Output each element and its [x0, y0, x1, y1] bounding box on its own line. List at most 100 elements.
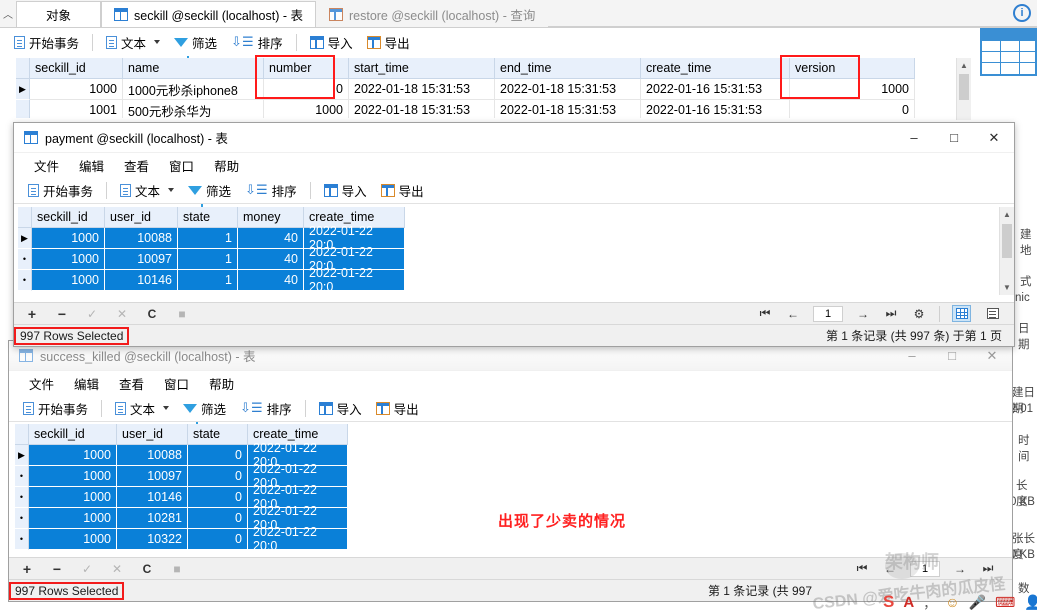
export-button[interactable]: 导出 [361, 31, 416, 54]
cell[interactable]: 10097 [117, 466, 188, 487]
seckill-grid[interactable]: seckill_id name number start_time end_ti… [16, 58, 956, 118]
menu-file[interactable]: 文件 [19, 374, 64, 393]
table-row[interactable]: • 1000 10097 1 40 2022-01-22 20:0 [18, 245, 998, 273]
grid-view-button[interactable] [952, 305, 971, 322]
cell[interactable]: 1000 [29, 466, 117, 487]
ime-language-icon[interactable]: A [903, 594, 914, 610]
begin-transaction-button[interactable]: 开始事务 [22, 179, 99, 202]
last-record-button[interactable]: ⏭ [980, 561, 996, 576]
cell[interactable]: 1000 [790, 79, 915, 100]
import-button[interactable]: 导入 [318, 179, 373, 202]
tab-objects[interactable]: 对象 [16, 1, 101, 27]
refresh-button[interactable]: C [139, 562, 155, 576]
cancel-button[interactable]: ✕ [109, 562, 125, 576]
add-row-button[interactable]: + [24, 306, 40, 322]
cell[interactable]: 1000 [32, 228, 105, 249]
menu-view[interactable]: 查看 [109, 374, 154, 393]
payment-titlebar[interactable]: payment @seckill (localhost) - 表 – □ ✕ [14, 123, 1014, 153]
cell[interactable]: 10088 [117, 445, 188, 466]
stop-button[interactable]: ■ [174, 307, 190, 321]
next-record-button[interactable]: → [855, 307, 871, 321]
cell[interactable]: 1 [178, 270, 238, 291]
cell[interactable]: 1 [178, 249, 238, 270]
cell[interactable]: 1000元秒杀iphone8 [123, 79, 264, 100]
scroll-down-icon[interactable]: ▼ [1000, 280, 1014, 295]
column-header[interactable]: number [264, 58, 349, 79]
info-icon[interactable]: i [1013, 4, 1031, 22]
filter-button[interactable]: 筛选 [177, 397, 232, 426]
cell[interactable]: 2022-01-22 20:0 [248, 525, 348, 553]
cell[interactable]: 0 [188, 487, 248, 508]
payment-window[interactable]: payment @seckill (localhost) - 表 – □ ✕ 文… [13, 122, 1015, 347]
prev-record-button[interactable]: ← [785, 307, 801, 321]
cell[interactable]: 0 [188, 466, 248, 487]
menu-help[interactable]: 帮助 [199, 374, 244, 393]
sort-button[interactable]: ⇩☰ 排序 [225, 31, 289, 54]
text-button[interactable]: 文本 [109, 397, 175, 420]
cell[interactable]: 1000 [29, 508, 117, 529]
chevron-down-icon[interactable] [163, 406, 170, 410]
menu-window[interactable]: 窗口 [154, 374, 199, 393]
table-row[interactable]: • 1000 10146 0 2022-01-22 20:0 [15, 483, 995, 511]
maximize-button[interactable]: □ [934, 123, 974, 153]
cell[interactable]: 1000 [29, 529, 117, 550]
cell[interactable]: 2022-01-18 15:31:53 [495, 79, 641, 100]
cell[interactable]: 500元秒杀华为 [123, 100, 264, 118]
sort-button[interactable]: ⇩☰ 排序 [239, 179, 303, 202]
begin-transaction-button[interactable]: 开始事务 [8, 31, 85, 54]
cell[interactable]: 2022-01-18 15:31:53 [495, 100, 641, 118]
scrollbar-thumb[interactable] [1002, 224, 1012, 258]
first-record-button[interactable]: ⏮ [757, 306, 773, 321]
menu-view[interactable]: 查看 [114, 156, 159, 175]
minimize-button[interactable]: – [894, 123, 934, 153]
cell[interactable]: 1000 [29, 487, 117, 508]
confirm-button[interactable]: ✓ [84, 307, 100, 321]
cell[interactable]: 40 [238, 228, 304, 249]
column-header[interactable]: version [790, 58, 915, 79]
delete-row-button[interactable]: − [49, 561, 65, 577]
import-button[interactable]: 导入 [313, 397, 368, 420]
close-button[interactable]: ✕ [974, 123, 1014, 153]
chevron-down-icon[interactable] [154, 40, 161, 44]
page-number-input[interactable]: 1 [813, 305, 843, 322]
ime-sogou-icon[interactable]: S [883, 592, 894, 610]
delete-row-button[interactable]: − [54, 306, 70, 322]
cell[interactable]: 10088 [105, 228, 178, 249]
cell[interactable]: 1000 [264, 100, 349, 118]
seckill-grid-scrollbar[interactable]: ▲ [956, 58, 971, 120]
column-header[interactable]: end_time [495, 58, 641, 79]
chevron-down-icon[interactable] [168, 188, 175, 192]
import-button[interactable]: 导入 [304, 31, 359, 54]
confirm-button[interactable]: ✓ [79, 562, 95, 576]
last-record-button[interactable]: ⏭ [883, 306, 899, 321]
cell[interactable]: 10322 [117, 529, 188, 550]
export-button[interactable]: 导出 [370, 397, 425, 420]
cell[interactable]: 1000 [30, 79, 123, 100]
column-header[interactable]: money [238, 207, 304, 228]
tabstrip-scroll-up-icon[interactable]: ︿ [0, 0, 16, 27]
table-row[interactable]: • 1000 10097 0 2022-01-22 20:0 [15, 462, 995, 490]
cell[interactable]: 10146 [105, 270, 178, 291]
ime-voice-icon[interactable]: 🎤 [969, 594, 986, 610]
column-header[interactable]: state [188, 424, 248, 445]
column-header[interactable]: seckill_id [30, 58, 123, 79]
filter-button[interactable]: 筛选 [168, 31, 223, 60]
payment-grid-scrollbar[interactable]: ▲ ▼ [999, 207, 1014, 295]
menu-edit[interactable]: 编辑 [69, 156, 114, 175]
refresh-button[interactable]: C [144, 307, 160, 321]
cell[interactable]: 2022-01-16 15:31:53 [641, 100, 790, 118]
stop-button[interactable]: ■ [169, 562, 185, 576]
ime-emoji-icon[interactable]: ☺ [945, 594, 959, 610]
table-row[interactable]: • 1000 10322 0 2022-01-22 20:0 [15, 525, 995, 553]
menu-window[interactable]: 窗口 [159, 156, 204, 175]
cell[interactable]: 0 [188, 445, 248, 466]
export-button[interactable]: 导出 [375, 179, 430, 202]
column-header[interactable]: start_time [349, 58, 495, 79]
cell[interactable]: 0 [188, 529, 248, 550]
cell[interactable]: 1000 [29, 445, 117, 466]
add-row-button[interactable]: + [19, 561, 35, 577]
first-record-button[interactable]: ⏮ [854, 561, 870, 576]
success-killed-window[interactable]: success_killed @seckill (localhost) - 表 … [8, 340, 1013, 602]
sort-button[interactable]: ⇩☰ 排序 [234, 397, 298, 420]
ime-punctuation-icon[interactable]: ， [923, 593, 936, 610]
